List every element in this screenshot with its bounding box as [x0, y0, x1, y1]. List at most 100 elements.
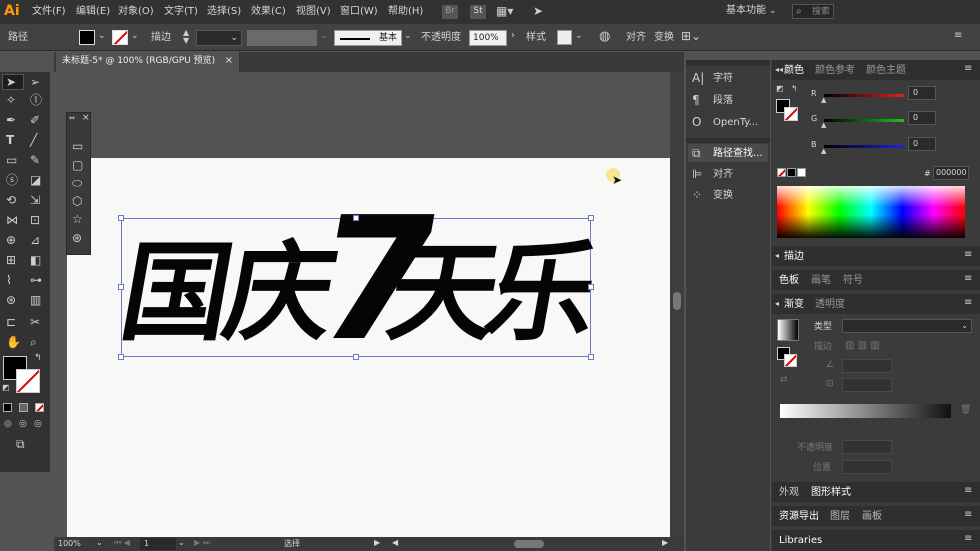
tab-stroke[interactable]: 描边 [784, 252, 804, 262]
none-mode-icon[interactable] [35, 403, 44, 412]
rectangle-tool-icon[interactable]: ▭ [6, 154, 17, 166]
stroke-weight-dropdown[interactable]: ⌄ [196, 30, 242, 46]
draw-normal-icon[interactable]: ◎ [4, 420, 12, 429]
first-artboard-icon[interactable]: ⏮ ◀ [114, 539, 130, 547]
selection-handle[interactable] [588, 215, 594, 221]
color-mode-icon[interactable] [3, 403, 12, 412]
panel-menu-icon[interactable]: ≡ [964, 298, 972, 308]
color-spectrum[interactable] [777, 186, 965, 238]
rounded-rectangle-tool-icon[interactable]: ▢ [72, 159, 83, 171]
menu-help[interactable]: 帮助(H) [388, 7, 423, 17]
paragraph-icon[interactable]: ¶ [692, 94, 700, 106]
collapse-arrows-icon[interactable]: ◂ [775, 252, 779, 260]
zoom-tool-icon[interactable]: ⌕ [30, 336, 37, 348]
line-tool-icon[interactable]: ╱ [30, 134, 37, 146]
transform-link[interactable]: 变换 [654, 33, 674, 43]
selection-handle[interactable] [588, 354, 594, 360]
last-artboard-icon[interactable]: ▶ ⏭ [194, 539, 210, 547]
menu-file[interactable]: 文件(F) [32, 7, 66, 17]
status-chevron-right-icon[interactable]: ▶ [374, 539, 380, 547]
panel-menu-icon[interactable]: ≡ [964, 486, 972, 496]
graphic-style-swatch[interactable] [557, 30, 572, 45]
blend-tool-icon[interactable]: ⊶ [30, 274, 42, 286]
shape-builder-tool-icon[interactable]: ⊕ [6, 234, 16, 246]
lasso-tool-icon[interactable]: ⓛ [30, 94, 42, 106]
panel-menu-icon[interactable]: ≡ [964, 64, 972, 74]
artwork-char-le[interactable]: 乐 [477, 231, 607, 356]
slice-tool-icon[interactable]: ✂ [30, 316, 40, 328]
selection-handle[interactable] [353, 354, 359, 360]
document-tab[interactable]: 未标题-5* @ 100% (RGB/GPU 预览) × [56, 52, 240, 72]
close-tab-icon[interactable]: × [225, 56, 233, 66]
tab-swatches[interactable]: 色板 [779, 276, 799, 286]
tab-color-themes[interactable]: 颜色主题 [866, 66, 906, 76]
panel-opentype[interactable]: OpenTy... [713, 118, 758, 128]
tab-asset-export[interactable]: 资源导出 [779, 512, 819, 522]
g-input[interactable]: 0 [908, 111, 936, 125]
shaper-tool-icon[interactable]: ⓢ [6, 174, 18, 186]
chevron-right-icon[interactable]: › [511, 31, 515, 41]
opacity-input[interactable]: 100% [469, 30, 507, 46]
direct-selection-tool-icon[interactable]: ➢ [30, 76, 40, 88]
stroke-weight-stepper[interactable]: ▲ ▼ [183, 29, 189, 45]
rotate-tool-icon[interactable]: ⟲ [6, 194, 16, 206]
tab-color[interactable]: 颜色 [784, 66, 804, 76]
r-input[interactable]: 0 [908, 86, 936, 100]
bridge-icon[interactable]: Br [442, 5, 458, 19]
scale-tool-icon[interactable]: ⇲ [30, 194, 40, 206]
b-slider-handle[interactable]: ▲ [821, 148, 826, 155]
panel-menu-icon[interactable]: ≡ [964, 534, 972, 544]
magic-wand-tool-icon[interactable]: ✧ [6, 94, 16, 106]
gpu-performance-icon[interactable]: ➤ [533, 5, 543, 17]
eyedropper-tool-icon[interactable]: ⌇ [6, 274, 12, 286]
g-slider-handle[interactable]: ▲ [821, 122, 826, 129]
curvature-tool-icon[interactable]: ✐ [30, 114, 40, 126]
draw-inside-icon[interactable]: ◎ [34, 420, 42, 429]
align-link[interactable]: 对齐 [626, 33, 646, 43]
r-slider[interactable] [824, 94, 904, 97]
mesh-tool-icon[interactable]: ⊞ [6, 254, 16, 266]
selection-tool-icon[interactable]: ➤ [6, 76, 16, 88]
default-colors-icon[interactable]: ◩ [776, 85, 784, 93]
chevron-down-icon[interactable]: ⌄ [320, 32, 328, 41]
type-tool-icon[interactable]: T [6, 134, 14, 146]
selection-handle[interactable] [118, 215, 124, 221]
gradient-stroke-box[interactable] [784, 354, 797, 367]
width-tool-icon[interactable]: ⋈ [6, 214, 18, 226]
g-slider[interactable] [824, 119, 904, 122]
black-swatch[interactable] [787, 168, 796, 177]
panel-menu-icon[interactable]: ≡ [964, 510, 972, 520]
gradient-type-dropdown[interactable]: ⌄ [842, 319, 972, 333]
collapse-arrows-icon[interactable]: ◂◂ [775, 66, 783, 74]
stock-icon[interactable]: St [470, 5, 486, 19]
chevron-down-icon[interactable]: ⌄ [131, 32, 139, 41]
polygon-tool-icon[interactable]: ⬡ [72, 195, 82, 207]
flare-tool-icon[interactable]: ⊛ [72, 232, 82, 244]
horizontal-scroll-right-icon[interactable]: ▶ [662, 539, 668, 547]
gradient-slider[interactable] [780, 404, 951, 418]
white-swatch[interactable] [797, 168, 806, 177]
fill-swatch[interactable] [79, 30, 95, 45]
hand-tool-icon[interactable]: ✋ [6, 336, 21, 348]
perspective-grid-tool-icon[interactable]: ⊿ [30, 234, 40, 246]
menu-window[interactable]: 窗口(W) [340, 7, 378, 17]
paintbrush-tool-icon[interactable]: ✎ [30, 154, 40, 166]
draw-behind-icon[interactable]: ◎ [19, 420, 27, 429]
menu-type[interactable]: 文字(T) [164, 7, 198, 17]
transform-icon[interactable]: ⁘ [692, 189, 702, 201]
zoom-level[interactable]: 100% [58, 540, 81, 548]
chevron-down-icon[interactable]: ⌄ [404, 32, 412, 41]
tab-symbols[interactable]: 符号 [843, 276, 863, 286]
selection-handle[interactable] [588, 284, 594, 290]
stroke-swatch[interactable] [112, 30, 128, 45]
selection-handle[interactable] [118, 284, 124, 290]
vertical-scrollbar[interactable] [670, 72, 684, 537]
style-label[interactable]: 样式 [526, 33, 546, 43]
color-stroke-box[interactable] [784, 107, 798, 121]
tab-libraries[interactable]: Libraries [779, 536, 822, 546]
menu-edit[interactable]: 编辑(E) [76, 7, 110, 17]
horizontal-scroll-left-icon[interactable]: ◀ [392, 539, 398, 547]
recolor-artwork-icon[interactable]: ◍ [599, 30, 610, 43]
hex-input[interactable]: 000000 [933, 166, 969, 180]
selection-handle[interactable] [353, 215, 359, 221]
